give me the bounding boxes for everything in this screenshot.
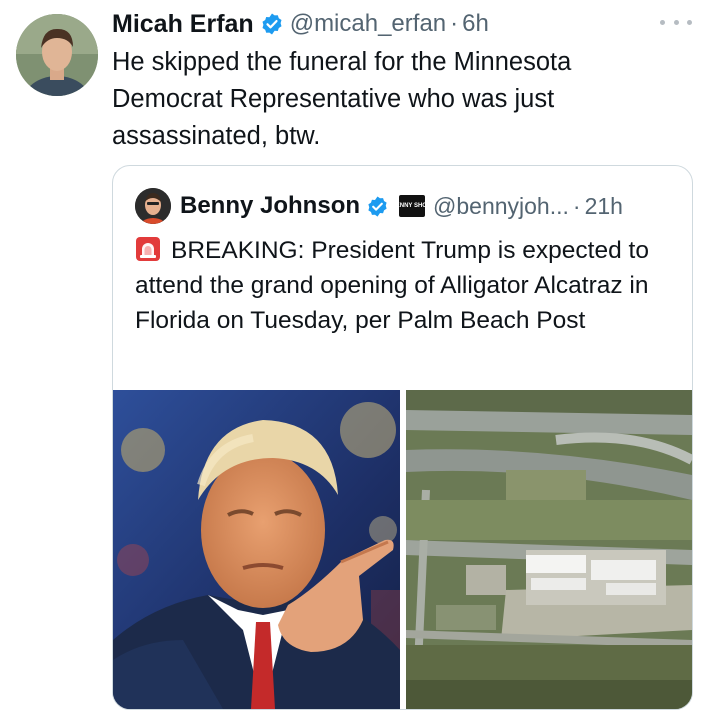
tweet-timestamp[interactable]: 6h: [462, 10, 489, 38]
quoted-author-name[interactable]: Benny Johnson: [180, 192, 360, 220]
quoted-author-handle[interactable]: @bennyjoh...: [433, 193, 569, 220]
author-avatar[interactable]: [16, 14, 98, 96]
tweet-header: Micah Erfan @micah_erfan · 6h: [112, 6, 489, 42]
quoted-timestamp[interactable]: 21h: [585, 193, 623, 220]
affiliate-logo[interactable]: BENNY SHOW: [391, 195, 433, 217]
man-pointing-photo: [113, 390, 400, 709]
tweet-text: He skipped the funeral for the Minnesota…: [112, 48, 572, 150]
quoted-tweet-text: BREAKING: President Trump is expected to…: [135, 233, 680, 338]
quoted-meta-separator: ·: [572, 192, 581, 219]
quoted-verified-badge-icon: [366, 195, 389, 218]
author-avatar-image: [16, 14, 98, 96]
more-options-icon[interactable]: [660, 12, 692, 32]
quoted-author-avatar-image: [135, 188, 171, 224]
quoted-tweet-card[interactable]: Benny Johnson BENNY SHOW @bennyjoh... · …: [112, 165, 693, 710]
author-handle[interactable]: @micah_erfan: [290, 10, 446, 38]
meta-separator: ·: [450, 10, 459, 37]
media-photo-2[interactable]: [405, 390, 692, 709]
verified-badge-icon: [260, 12, 284, 36]
aerial-airfield-photo: [405, 390, 692, 709]
author-name[interactable]: Micah Erfan: [112, 10, 254, 39]
media-grid: [113, 390, 692, 709]
rotating-light-icon: [135, 236, 161, 262]
quoted-tweet-body: BREAKING: President Trump is expected to…: [135, 237, 649, 334]
quoted-tweet-header: Benny Johnson BENNY SHOW @bennyjoh... · …: [135, 188, 623, 224]
quoted-author-avatar[interactable]: [135, 188, 171, 224]
media-photo-1[interactable]: [113, 390, 400, 709]
